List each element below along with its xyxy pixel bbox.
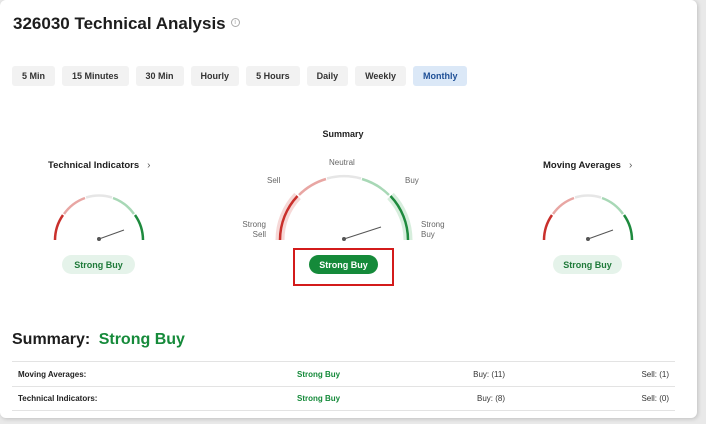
- chevron-right-icon: ›: [147, 160, 151, 171]
- tab-hourly[interactable]: Hourly: [190, 66, 240, 86]
- page-title-text: 326030 Technical Analysis: [13, 14, 226, 33]
- gauge-label-neutral: Neutral: [329, 158, 355, 167]
- technical-indicators-link[interactable]: Technical Indicators ›: [48, 160, 151, 171]
- technical-indicators-gauge: [53, 194, 145, 241]
- table-row: Technical Indicators: Strong Buy Buy: (8…: [12, 386, 675, 411]
- tab-15-minutes[interactable]: 15 Minutes: [62, 66, 129, 86]
- technical-analysis-card: 326030 Technical Analysis i 5 Min 15 Min…: [0, 0, 697, 418]
- summary-headline: Summary: Strong Buy: [12, 331, 185, 349]
- gauge-label-strong-sell: Strong Sell: [242, 220, 266, 239]
- gauge-label-strong-buy: Strong Buy: [421, 220, 445, 239]
- moving-averages-signal: Strong Buy: [553, 255, 622, 274]
- moving-averages-title: Moving Averages: [543, 160, 621, 171]
- info-icon[interactable]: i: [230, 17, 240, 27]
- tab-5-hours[interactable]: 5 Hours: [246, 66, 300, 86]
- highlight-box: [293, 248, 394, 286]
- summary-label: Summary:: [12, 331, 91, 348]
- moving-averages-gauge: [542, 194, 634, 241]
- table-row: Moving Averages: Strong Buy Buy: (11) Se…: [12, 361, 675, 386]
- gauge-label-sell: Sell: [267, 176, 281, 185]
- tab-monthly[interactable]: Monthly: [412, 66, 468, 86]
- row-name: Moving Averages:: [18, 369, 87, 379]
- tab-weekly[interactable]: Weekly: [355, 66, 406, 86]
- page-title: 326030 Technical Analysis i: [13, 14, 240, 34]
- tab-daily[interactable]: Daily: [306, 66, 349, 86]
- row-sell-count: Sell: (1): [641, 369, 669, 379]
- gauge-label-buy: Buy: [405, 176, 419, 185]
- timeframe-tabs: 5 Min 15 Minutes 30 Min Hourly 5 Hours D…: [12, 66, 468, 86]
- row-signal: Strong Buy: [297, 394, 341, 403]
- summary-gauge: [275, 174, 413, 241]
- row-signal: Strong Buy: [297, 369, 341, 379]
- technical-indicators-title: Technical Indicators: [48, 160, 140, 171]
- row-buy-count: Buy: (11): [473, 369, 505, 379]
- summary-gauge-heading: Summary: [322, 129, 364, 139]
- tab-5-min[interactable]: 5 Min: [12, 66, 56, 86]
- moving-averages-link[interactable]: Moving Averages ›: [543, 160, 632, 171]
- row-buy-count: Buy: (8): [476, 394, 505, 403]
- chevron-right-icon: ›: [628, 160, 633, 171]
- row-name: Technical Indicators:: [18, 394, 98, 403]
- summary-table: Moving Averages: Strong Buy Buy: (11) Se…: [12, 361, 675, 411]
- summary-value: Strong Buy: [98, 331, 185, 348]
- tab-30-min[interactable]: 30 Min: [135, 66, 184, 86]
- row-sell-count: Sell: (0): [641, 394, 669, 403]
- technical-indicators-signal: Strong Buy: [62, 255, 135, 274]
